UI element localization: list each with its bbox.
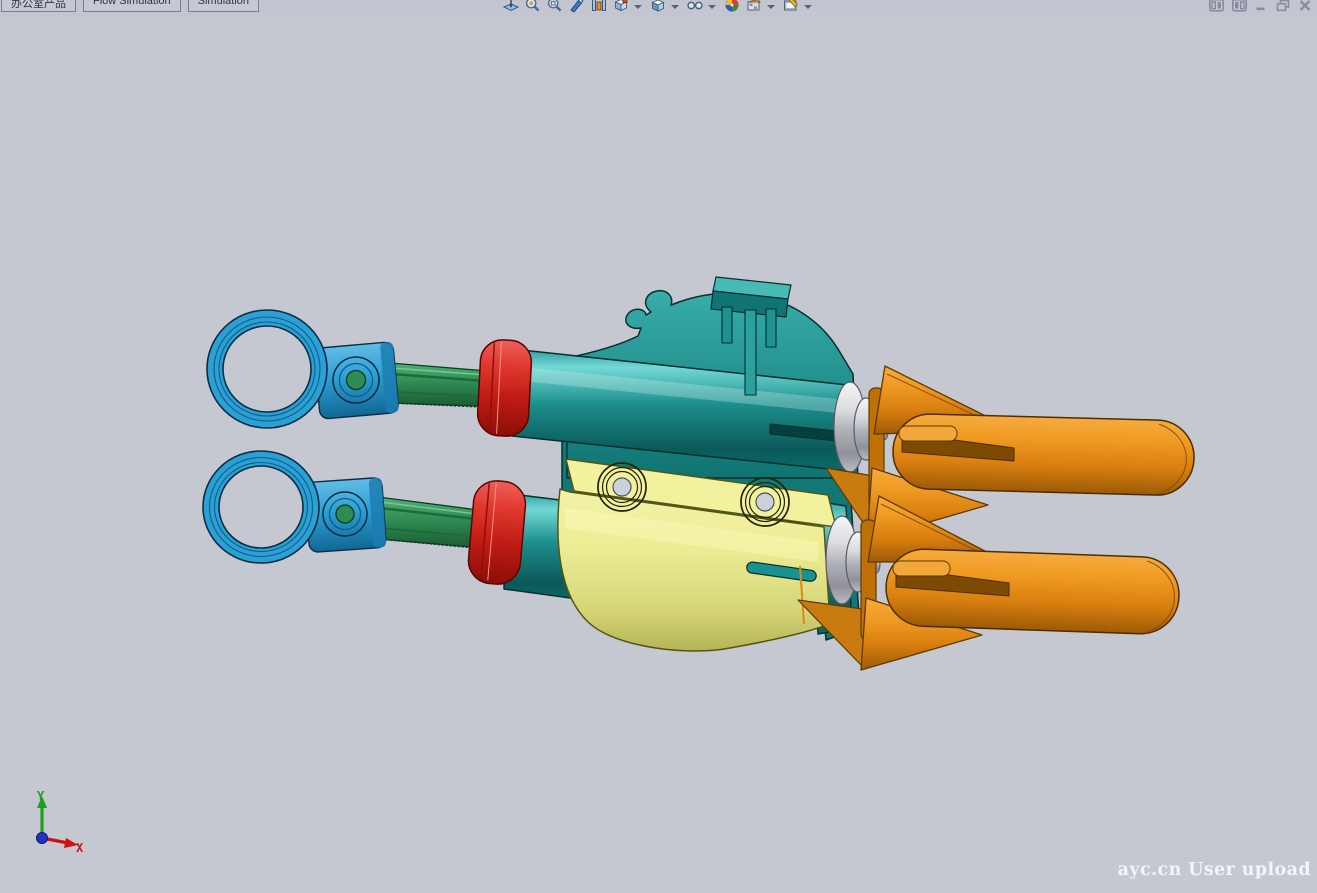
upper-clevis-block[interactable] [314,342,399,420]
upper-ring-handle[interactable] [207,310,327,428]
graphics-viewport[interactable]: Y X ayc.cn User upload [0,16,1317,893]
triad-y-label: Y [37,789,45,803]
lower-ring-handle[interactable] [203,451,319,563]
orientation-triad: Y X [16,788,111,873]
lower-end-collar[interactable] [467,479,528,586]
cad-model [0,0,1317,893]
watermark-text: ayc.cn User upload [1118,860,1311,880]
upper-end-collar[interactable] [477,339,533,438]
triad-x-label: X [76,841,84,855]
